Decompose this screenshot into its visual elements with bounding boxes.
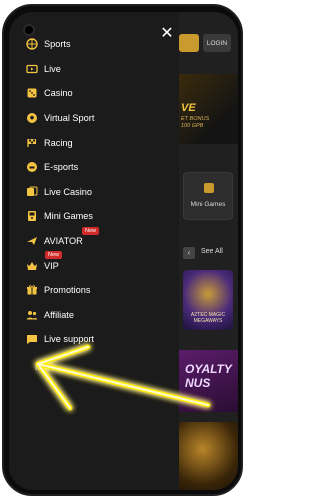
- background-app: LOGIN VE ET BONUS 100 GPB Mini Games ‹ S…: [179, 12, 238, 490]
- menu-item-mini-games[interactable]: Mini Games: [25, 204, 175, 229]
- menu-item-casino[interactable]: Casino: [25, 81, 175, 106]
- menu-item-label: Affiliate: [44, 309, 74, 320]
- login-button[interactable]: LOGIN: [203, 34, 231, 52]
- menu-item-promotions[interactable]: Promotions: [25, 278, 175, 303]
- menu-item-label: Casino: [44, 88, 73, 99]
- menu-item-virtual-sport[interactable]: Virtual Sport: [25, 106, 175, 131]
- mini-games-tile[interactable]: Mini Games: [183, 172, 233, 220]
- loyalty-banner-label: OYALTY NUS: [185, 362, 232, 390]
- register-button[interactable]: [179, 34, 199, 52]
- menu-item-label: Mini Games: [44, 211, 94, 222]
- menu-item-aviator[interactable]: AVIATOR New: [25, 226, 175, 254]
- mini-games-tile-icon: [204, 183, 214, 193]
- gold-promo-banner[interactable]: [179, 422, 238, 490]
- menu-item-live-casino[interactable]: Live Casino: [25, 180, 175, 205]
- phone-frame: LOGIN VE ET BONUS 100 GPB Mini Games ‹ S…: [2, 4, 243, 496]
- racing-icon: [25, 136, 38, 149]
- vip-icon: [25, 259, 38, 272]
- menu-item-label: Promotions: [44, 285, 91, 296]
- carousel-prev-button[interactable]: ‹: [183, 247, 195, 259]
- menu-item-live[interactable]: Live: [25, 57, 175, 82]
- menu-item-label: Racing: [44, 137, 73, 148]
- menu-item-label: E-sports: [44, 162, 79, 173]
- menu-item-label: Virtual Sport: [44, 113, 95, 124]
- new-badge: New: [82, 226, 100, 235]
- casino-icon: [25, 87, 38, 100]
- aviator-icon: [25, 235, 38, 248]
- menu-item-label: Sports: [44, 39, 71, 50]
- new-badge: New: [45, 251, 63, 260]
- menu-item-vip[interactable]: VIP New: [25, 251, 175, 278]
- mini-games-icon: [25, 210, 38, 223]
- more-button[interactable]: More: [35, 362, 56, 372]
- menu-item-racing[interactable]: Racing: [25, 130, 175, 155]
- menu-item-sports[interactable]: Sports: [25, 32, 175, 57]
- menu-item-label: Live: [44, 63, 61, 74]
- affiliate-icon: [25, 308, 38, 321]
- chat-icon: [25, 333, 38, 346]
- live-casino-icon: [25, 185, 38, 198]
- sports-icon: [25, 38, 38, 51]
- promo-banner[interactable]: VE ET BONUS 100 GPB: [179, 74, 238, 144]
- virtual-sport-icon: [25, 112, 38, 125]
- menu-item-live-support[interactable]: Live support: [25, 327, 175, 352]
- menu-item-affiliate[interactable]: Affiliate: [25, 303, 175, 328]
- side-menu-list: Sports Live Casino Virtual Sport Racing …: [25, 32, 175, 352]
- esports-icon: [25, 161, 38, 174]
- game-thumbnail[interactable]: AZTEC MAGIC MEGAWAYS: [183, 270, 233, 330]
- live-tv-icon: [25, 62, 38, 75]
- front-camera: [23, 24, 35, 36]
- mini-games-tile-label: Mini Games: [190, 201, 226, 208]
- promo-banner-title: VE: [181, 102, 196, 114]
- loyalty-banner[interactable]: OYALTY NUS: [179, 350, 238, 412]
- phone-screen: LOGIN VE ET BONUS 100 GPB Mini Games ‹ S…: [9, 12, 238, 490]
- game-thumbnail-label: AZTEC MAGIC MEGAWAYS: [190, 312, 226, 324]
- promo-banner-subtitle: ET BONUS 100 GPB: [181, 116, 210, 129]
- side-menu-drawer: ✕ Sports Live Casino Virtual Sport Racin…: [9, 12, 179, 490]
- see-all-link[interactable]: See All: [201, 248, 223, 255]
- menu-item-esports[interactable]: E-sports: [25, 155, 175, 180]
- menu-item-label: Live Casino: [44, 186, 93, 197]
- gift-icon: [25, 284, 38, 297]
- menu-item-label: Live support: [44, 334, 95, 345]
- menu-item-label: AVIATOR: [44, 236, 83, 247]
- menu-item-label: VIP: [44, 260, 59, 271]
